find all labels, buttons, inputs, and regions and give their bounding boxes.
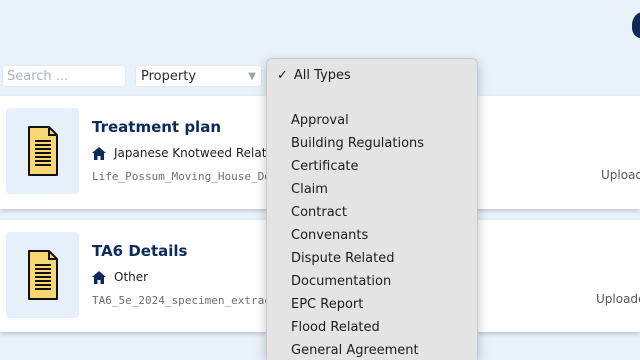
dropdown-option[interactable]: Convenants bbox=[291, 228, 424, 251]
uploaded-label: Uploade bbox=[601, 168, 640, 182]
dropdown-option[interactable]: Documentation bbox=[291, 274, 424, 297]
dropdown-option-list: Approval Building Regulations Certificat… bbox=[291, 113, 424, 360]
document-category: Other bbox=[114, 270, 149, 284]
dropdown-option[interactable]: Certificate bbox=[291, 159, 424, 182]
document-title[interactable]: TA6 Details bbox=[92, 242, 187, 260]
document-file-name: Life_Possum_Moving_House_Down bbox=[92, 170, 268, 183]
document-icon bbox=[27, 126, 58, 176]
property-filter-select[interactable]: Property ▼ bbox=[135, 65, 262, 87]
document-category: Japanese Knotweed Related bbox=[114, 146, 282, 160]
document-thumbnail bbox=[6, 232, 79, 318]
dropdown-option[interactable]: General Agreement bbox=[291, 343, 424, 360]
home-icon bbox=[92, 270, 106, 284]
chevron-down-icon: ▼ bbox=[248, 70, 256, 82]
home-icon bbox=[92, 146, 106, 160]
property-filter-label: Property bbox=[141, 68, 197, 84]
dropdown-option-selected[interactable]: ✓ All Types bbox=[277, 68, 351, 83]
type-filter-dropdown: ✓ All Types Approval Building Regulation… bbox=[266, 58, 478, 360]
dropdown-option[interactable]: Flood Related bbox=[291, 320, 424, 343]
dropdown-option[interactable]: Building Regulations bbox=[291, 136, 424, 159]
document-title[interactable]: Treatment plan bbox=[92, 118, 221, 136]
dropdown-option[interactable]: Approval bbox=[291, 113, 424, 136]
dropdown-option-label: All Types bbox=[293, 68, 351, 83]
document-file-name: TA6_5e_2024_specimen_extract.p bbox=[92, 294, 268, 307]
dropdown-option[interactable]: Claim bbox=[291, 182, 424, 205]
document-icon bbox=[27, 250, 58, 300]
document-thumbnail bbox=[6, 108, 79, 194]
search-input[interactable] bbox=[2, 65, 126, 87]
dropdown-option[interactable]: Dispute Related bbox=[291, 251, 424, 274]
dropdown-option[interactable]: EPC Report bbox=[291, 297, 424, 320]
dropdown-option[interactable]: Contract bbox=[291, 205, 424, 228]
check-icon: ✓ bbox=[277, 68, 288, 83]
uploaded-label: Uploade bbox=[596, 292, 640, 306]
user-avatar-icon[interactable] bbox=[632, 12, 640, 38]
